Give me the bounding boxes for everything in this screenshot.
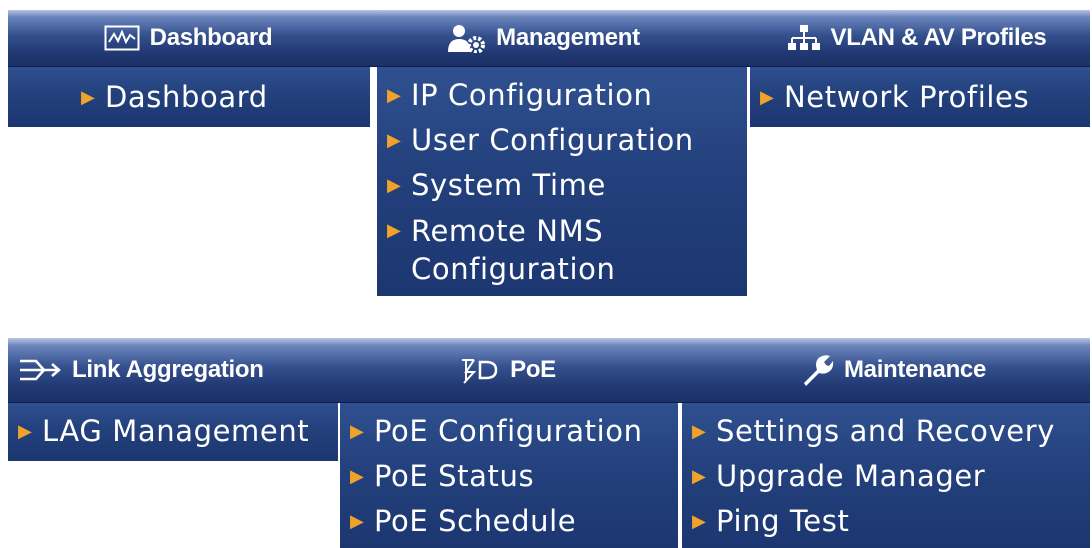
menu-item-poe-status[interactable]: ▶ PoE Status [340,454,678,499]
menu-item-system-time[interactable]: ▶ System Time [377,163,747,208]
arrow-icon: ▶ [760,87,775,108]
menu-item-label: Upgrade Manager [716,459,986,493]
management-menu: ▶ IP Configuration ▶ User Configuration … [377,67,747,296]
arrow-icon: ▶ [81,87,96,108]
menu-item-settings-and-recovery[interactable]: ▶ Settings and Recovery [682,409,1090,454]
menu-item-upgrade-manager[interactable]: ▶ Upgrade Manager [682,454,1090,499]
menu-item-label: LAG Management [42,414,310,448]
arrow-icon: ▶ [387,175,402,196]
menu-item-ping-test[interactable]: ▶ Ping Test [682,499,1090,544]
top-nav-bar: Dashboard Management VLAN & AV Profiles [8,10,1090,67]
tab-vlan-av-profiles[interactable]: VLAN & AV Profiles [743,10,1090,66]
dashboard-graph-icon [104,25,140,51]
tab-dashboard[interactable]: Dashboard [68,10,308,66]
menu-item-label: Settings and Recovery [716,414,1056,448]
menu-item-label: PoE Configuration [374,414,643,448]
menu-item-label: PoE Schedule [374,504,577,538]
bottom-nav-bar: Link Aggregation PoE Maintenance [8,338,1090,403]
arrow-icon: ▶ [350,511,365,532]
menu-item-label: Ping Test [716,504,850,538]
vlan-av-profiles-menu: ▶ Network Profiles [750,67,1090,127]
menu-item-dashboard[interactable]: ▶ Dashboard [8,75,370,120]
user-gear-icon [446,23,486,53]
tab-label: VLAN & AV Profiles [830,24,1047,51]
arrow-icon: ▶ [692,421,707,442]
arrow-icon: ▶ [387,85,402,106]
menu-item-network-profiles[interactable]: ▶ Network Profiles [750,75,1090,120]
link-aggregation-icon [18,357,62,383]
tab-poe[interactable]: PoE [408,338,608,402]
tab-label: PoE [510,356,556,383]
menu-item-label: Remote NMS Configuration [411,214,616,286]
arrow-icon: ▶ [692,511,707,532]
maintenance-menu: ▶ Settings and Recovery ▶ Upgrade Manage… [682,403,1090,548]
arrow-icon: ▶ [387,130,402,151]
menu-item-label: PoE Status [374,459,535,493]
dashboard-menu: ▶ Dashboard [8,67,370,127]
menu-item-label: Network Profiles [784,80,1030,114]
tab-label: Link Aggregation [72,356,264,383]
tab-label: Dashboard [149,24,273,51]
arrow-icon: ▶ [350,466,365,487]
menu-item-label: System Time [411,168,606,202]
tab-maintenance[interactable]: Maintenance [778,338,1008,402]
poe-icon [460,356,500,384]
poe-menu: ▶ PoE Configuration ▶ PoE Status ▶ PoE S… [340,403,678,548]
menu-item-remote-nms-configuration[interactable]: ▶ Remote NMS Configuration [377,208,651,292]
arrow-icon: ▶ [350,421,365,442]
arrow-icon: ▶ [387,220,402,241]
tab-label: Management [496,24,640,51]
arrow-icon: ▶ [18,421,33,442]
network-topology-icon [787,24,821,52]
link-aggregation-menu: ▶ LAG Management [8,403,338,461]
menu-item-poe-configuration[interactable]: ▶ PoE Configuration [340,409,678,454]
wrench-icon [800,353,834,387]
menu-item-label: IP Configuration [411,78,653,112]
menu-item-poe-schedule[interactable]: ▶ PoE Schedule [340,499,678,544]
tab-management[interactable]: Management [408,10,678,66]
menu-item-lag-management[interactable]: ▶ LAG Management [8,409,338,454]
tab-label: Maintenance [843,356,987,383]
menu-item-label: Dashboard [105,80,268,114]
arrow-icon: ▶ [692,466,707,487]
tab-link-aggregation[interactable]: Link Aggregation [18,338,338,402]
menu-item-label: User Configuration [411,123,694,157]
menu-item-ip-configuration[interactable]: ▶ IP Configuration [377,73,747,118]
menu-item-user-configuration[interactable]: ▶ User Configuration [377,118,747,163]
